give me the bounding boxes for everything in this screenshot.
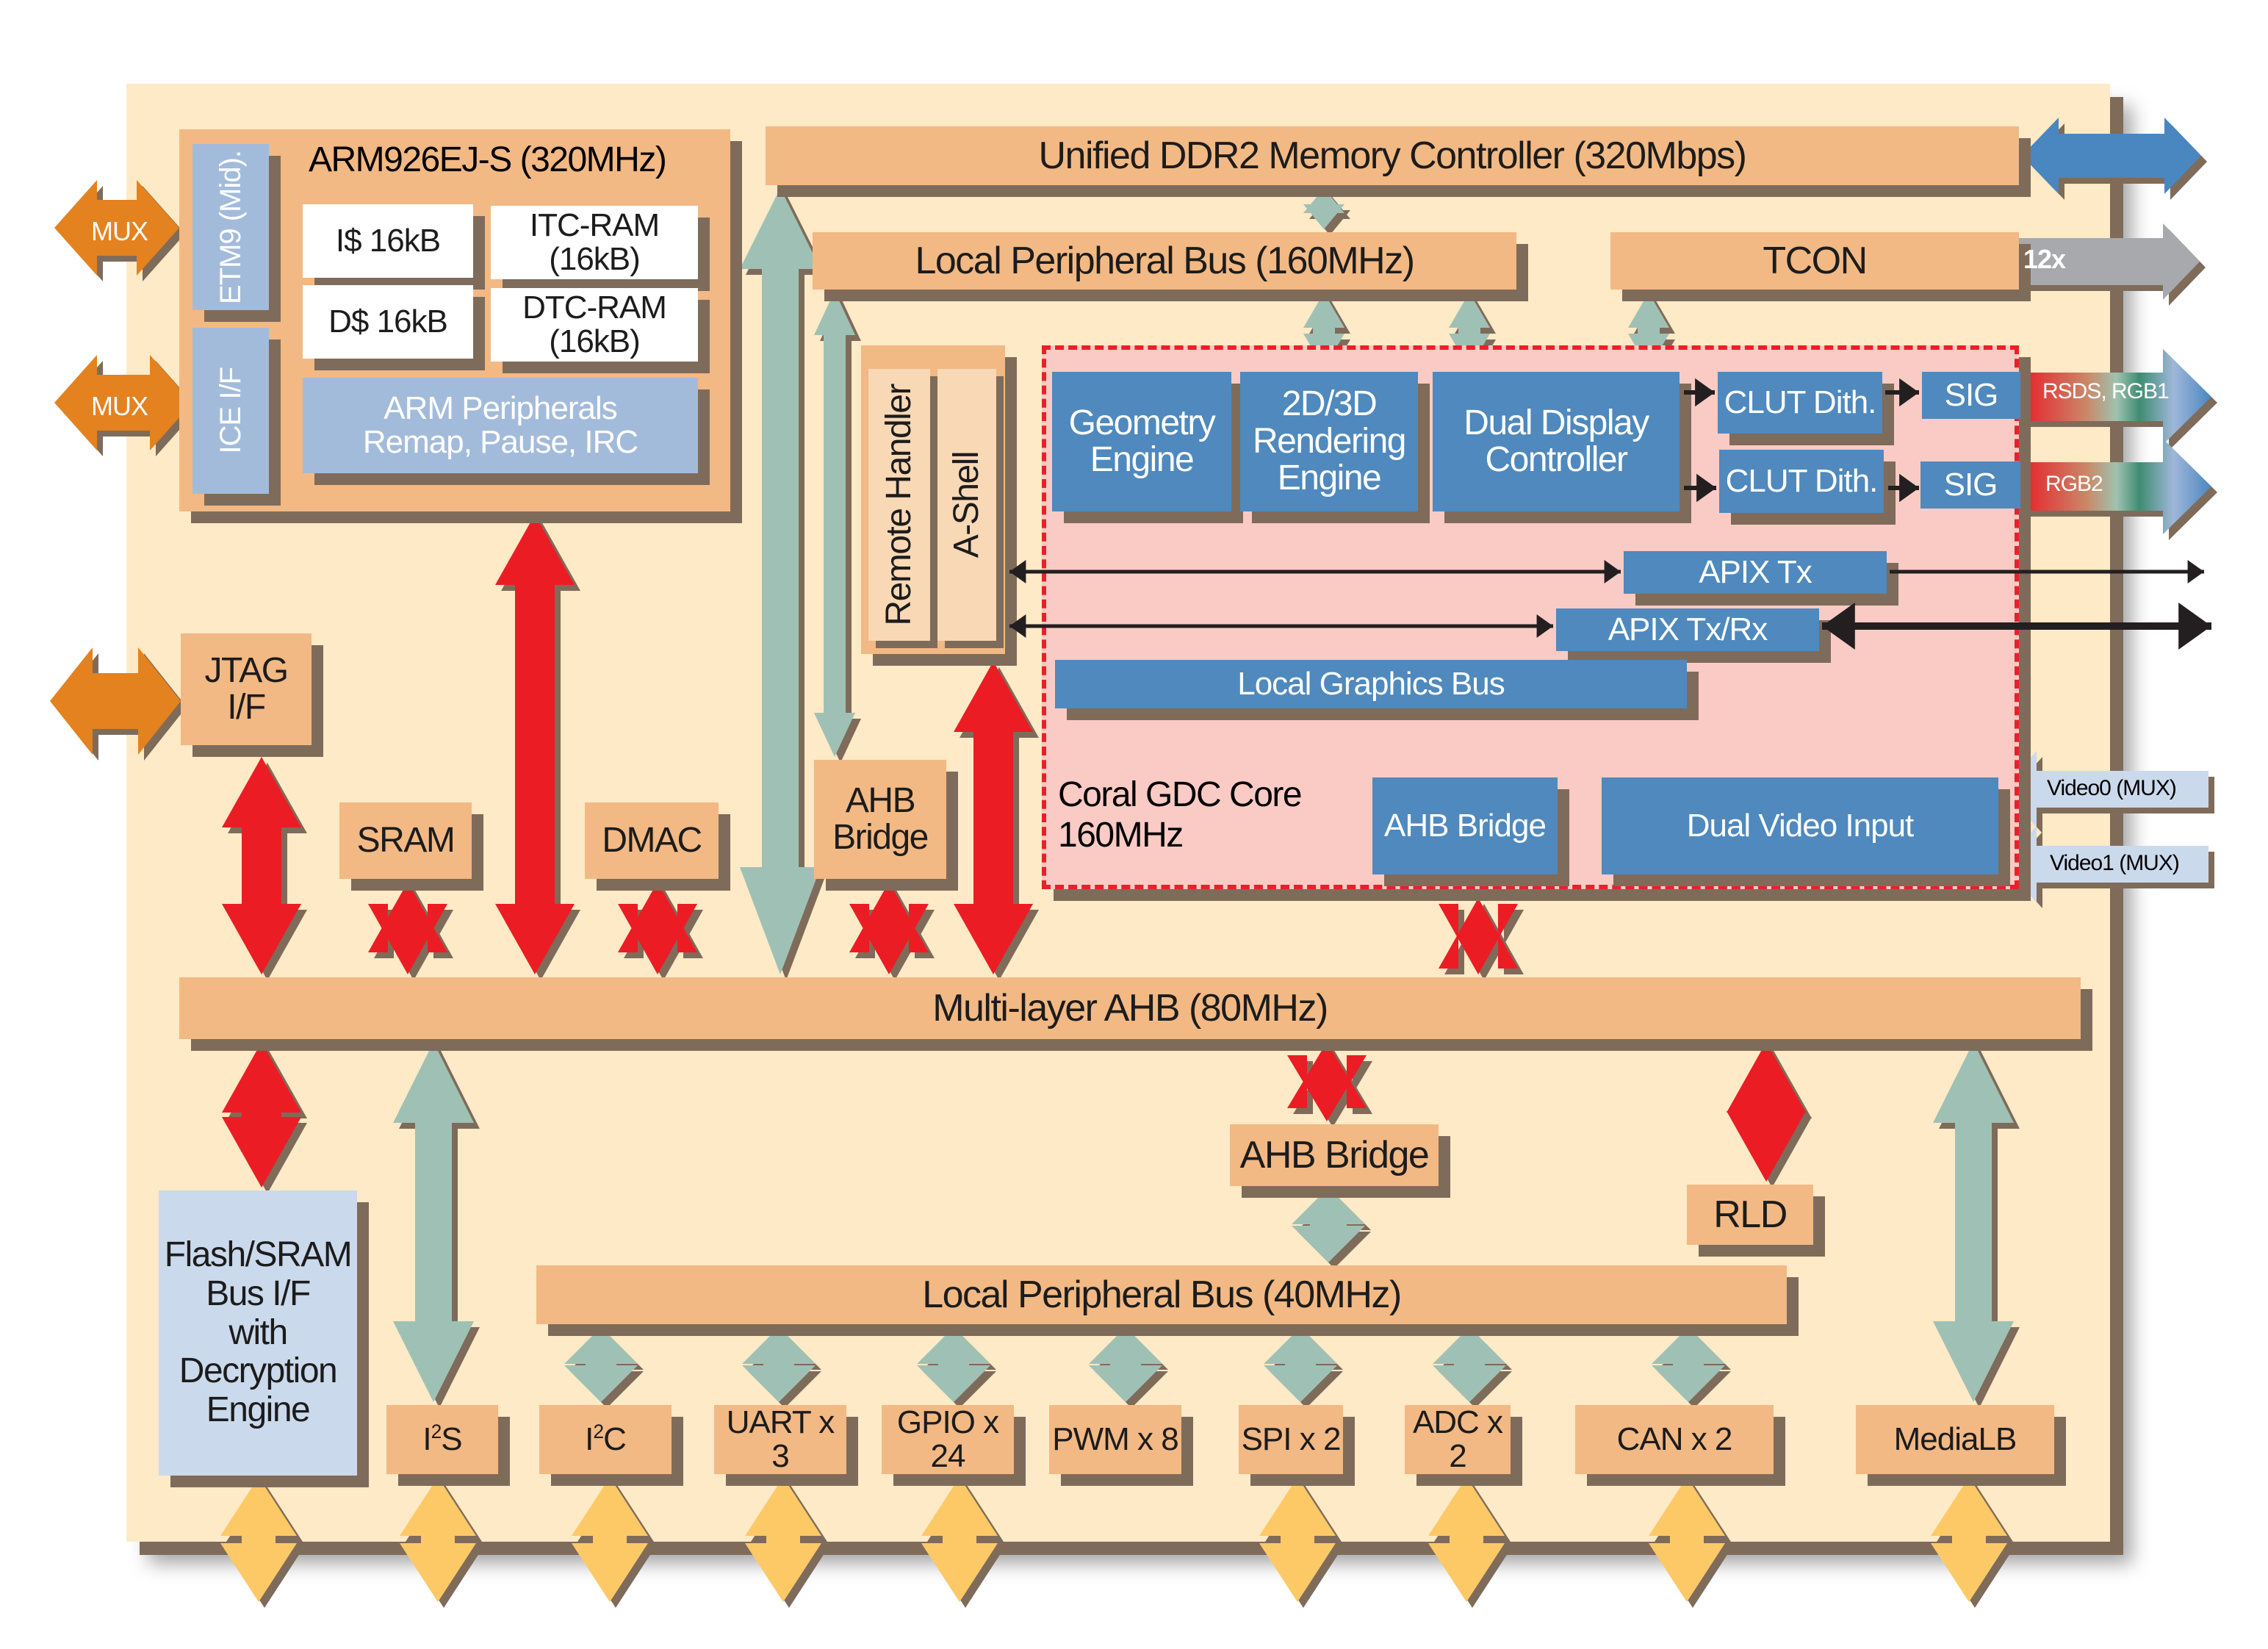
ashell-apix-txrx-link-head-start [1009,614,1026,638]
mux-1-label: MUX [91,216,148,246]
rgb2-output-label: RGB2 [2045,472,2103,496]
rgb1-output-label: RSDS, RGB1 [2042,379,2170,403]
ashell-apix-tx-link-head-end [1604,560,1621,583]
ashell-apix-txrx-link-head-end [1536,614,1553,638]
arrow-overlay-layer [1009,378,2211,650]
ashell-apix-tx-link-head-start [1009,560,1026,583]
display-clut2-arrow-head-end [1696,473,1716,503]
apix-txrx-external-link-head-start [1822,603,1855,650]
tcon-out-label: 12x [2023,244,2066,274]
display-clut1-arrow-head-end [1695,378,1715,407]
clut2-sig2-arrow-head-end [1899,473,1919,503]
video1-input-label: Video1 (MUX) [2050,851,2180,875]
soc-block-diagram: ARM926EJ-S (320MHz) ETM9 (Mid). ICE I/F … [0,0,2268,1649]
apix-txrx-external-link-head-end [2178,603,2211,650]
apix-tx-external-arrow-head-end [2187,560,2204,583]
clut1-sig1-arrow-head-end [1899,378,1919,407]
video0-input-label: Video0 (MUX) [2047,776,2177,800]
mux-2-label: MUX [91,391,148,421]
